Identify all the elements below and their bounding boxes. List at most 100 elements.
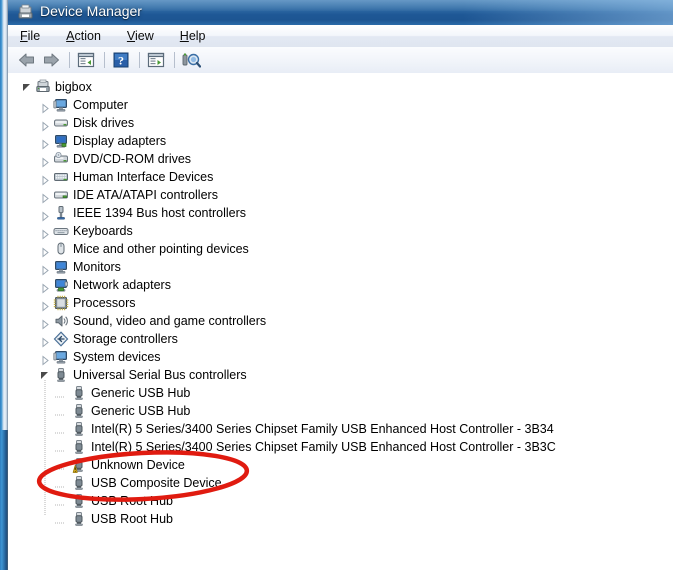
tree-node[interactable]: Processors (8, 294, 673, 312)
menu-item-help[interactable]: Help (178, 28, 208, 44)
client-area: File Action View Help ? bigbox Computer … (8, 25, 673, 571)
tree-node-label: USB Root Hub (91, 511, 173, 526)
toolbar: ? (8, 47, 673, 74)
tree-node-label: bigbox (55, 79, 92, 94)
menu-item-file[interactable]: File (18, 28, 42, 44)
tree-node-label: IEEE 1394 Bus host controllers (73, 205, 247, 220)
tree-node[interactable]: Network adapters (8, 276, 673, 294)
expander-collapsed-icon[interactable] (40, 334, 51, 348)
expander-collapsed-icon[interactable] (40, 172, 51, 186)
menu-item-action[interactable]: Action (64, 28, 103, 44)
expander-expanded-icon[interactable] (40, 370, 51, 381)
tree-node-label: Display adapters (73, 133, 167, 148)
tree-node[interactable]: Mice and other pointing devices (8, 240, 673, 258)
tree-node[interactable]: Universal Serial Bus controllers (8, 366, 673, 384)
usb-icon (53, 367, 69, 383)
usb-device-icon (71, 421, 87, 437)
display-adapter-icon (53, 133, 69, 149)
tree-node[interactable]: Generic USB Hub (8, 402, 673, 420)
tree-node[interactable]: IDE ATA/ATAPI controllers (8, 186, 673, 204)
expander-collapsed-icon[interactable] (40, 154, 51, 168)
expander-collapsed-icon[interactable] (40, 118, 51, 132)
tree-node[interactable]: Keyboards (8, 222, 673, 240)
properties-button[interactable] (145, 49, 167, 71)
tree-node[interactable]: Disk drives (8, 114, 673, 132)
usb-device-icon (71, 493, 87, 509)
expander-expanded-icon[interactable] (22, 82, 33, 93)
tree-node[interactable]: System devices (8, 348, 673, 366)
device-tree[interactable]: bigbox Computer Disk drives Display adapter… (8, 73, 673, 571)
tree-line-stub (55, 388, 69, 399)
tree-line-stub (55, 424, 69, 435)
usb-device-icon (71, 475, 87, 491)
dvd-drive-icon (53, 151, 69, 167)
expander-collapsed-icon[interactable] (40, 190, 51, 204)
tree-node[interactable]: USB Root Hub (8, 492, 673, 510)
tree-root-node[interactable]: bigbox (8, 78, 673, 96)
sound-icon (53, 313, 69, 329)
tree-connector-line (44, 380, 46, 515)
disk-drive-icon (53, 115, 69, 131)
expander-collapsed-icon[interactable] (40, 352, 51, 366)
tree-node-label: Universal Serial Bus controllers (73, 367, 247, 382)
expander-collapsed-icon[interactable] (40, 136, 51, 150)
tree-node[interactable]: Intel(R) 5 Series/3400 Series Chipset Fa… (8, 438, 673, 456)
tree-node-label: Storage controllers (73, 331, 178, 346)
network-adapter-icon (53, 277, 69, 293)
forward-button[interactable] (40, 49, 62, 71)
tree-node-label: IDE ATA/ATAPI controllers (73, 187, 218, 202)
usb-device-icon (71, 385, 87, 401)
scan-for-hardware-changes-button[interactable] (180, 49, 202, 71)
tree-node[interactable]: Computer (8, 96, 673, 114)
toolbar-separator (139, 52, 140, 68)
window-title: Device Manager (40, 3, 142, 19)
tree-node-label: Network adapters (73, 277, 171, 292)
toolbar-separator (104, 52, 105, 68)
tree-node-label: Sound, video and game controllers (73, 313, 267, 328)
tree-node[interactable]: Intel(R) 5 Series/3400 Series Chipset Fa… (8, 420, 673, 438)
tree-node-label: Unknown Device (91, 457, 185, 472)
tree-node-label: Generic USB Hub (91, 385, 191, 400)
usb-device-icon (71, 439, 87, 455)
help-button[interactable]: ? (110, 49, 132, 71)
tree-node-label: Processors (73, 295, 136, 310)
hid-icon (53, 169, 69, 185)
tree-node[interactable]: USB Root Hub (8, 510, 673, 528)
tree-node[interactable]: Generic USB Hub (8, 384, 673, 402)
tree-node[interactable]: Human Interface Devices (8, 168, 673, 186)
tree-node[interactable]: IEEE 1394 Bus host controllers (8, 204, 673, 222)
title-bar-sheen (463, 0, 673, 25)
tree-node[interactable]: Storage controllers (8, 330, 673, 348)
computer-node-icon (35, 79, 51, 95)
expander-collapsed-icon[interactable] (40, 298, 51, 312)
tree-line-stub (55, 478, 69, 489)
show-hide-console-tree-button[interactable] (75, 49, 97, 71)
storage-controller-icon (53, 331, 69, 347)
tree-node-label: Intel(R) 5 Series/3400 Series Chipset Fa… (91, 439, 556, 454)
expander-collapsed-icon[interactable] (40, 244, 51, 258)
tree-node[interactable]: Unknown Device (8, 456, 673, 474)
keyboard-icon (53, 223, 69, 239)
svg-text:?: ? (118, 54, 124, 68)
tree-node[interactable]: DVD/CD-ROM drives (8, 150, 673, 168)
expander-collapsed-icon[interactable] (40, 262, 51, 276)
tree-node[interactable]: Monitors (8, 258, 673, 276)
device-manager-window: Device Manager File Action View Help ? b… (0, 0, 673, 571)
title-bar: Device Manager (8, 0, 673, 25)
back-button[interactable] (16, 49, 38, 71)
tree-node[interactable]: USB Composite Device (8, 474, 673, 492)
expander-collapsed-icon[interactable] (40, 280, 51, 294)
tree-line-stub (55, 460, 69, 471)
expander-collapsed-icon[interactable] (40, 316, 51, 330)
tree-line-stub (55, 514, 69, 525)
window-frame-left-lower (0, 430, 8, 570)
expander-collapsed-icon[interactable] (40, 208, 51, 222)
tree-node[interactable]: Display adapters (8, 132, 673, 150)
expander-collapsed-icon[interactable] (40, 100, 51, 114)
expander-collapsed-icon[interactable] (40, 226, 51, 240)
menu-item-view[interactable]: View (125, 28, 156, 44)
ieee1394-icon (53, 205, 69, 221)
tree-node[interactable]: Sound, video and game controllers (8, 312, 673, 330)
system-device-icon (53, 349, 69, 365)
tree-line-stub (55, 406, 69, 417)
